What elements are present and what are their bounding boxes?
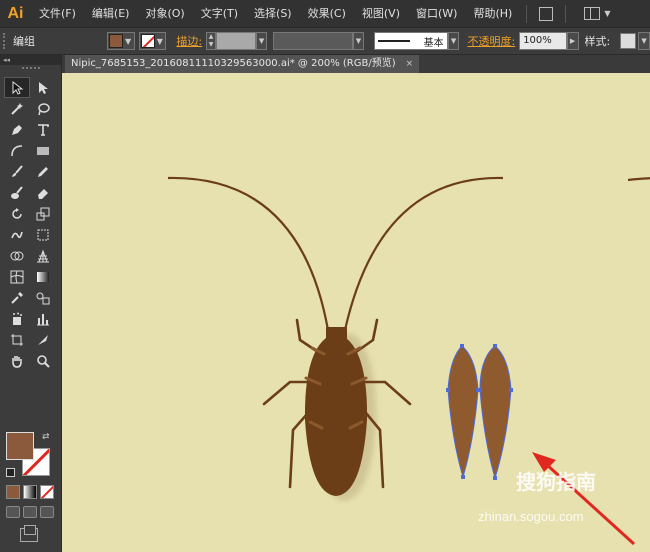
direct-selection-tool-icon[interactable] xyxy=(30,77,56,98)
graphic-style-swatch[interactable] xyxy=(620,33,637,49)
gradient-mode-icon[interactable] xyxy=(23,485,37,499)
warp-tool-icon[interactable] xyxy=(4,224,30,245)
tool-grid xyxy=(4,77,58,371)
tools-panel-grip[interactable] xyxy=(21,67,40,75)
zoom-tool-icon[interactable] xyxy=(30,350,56,371)
hand-tool-icon[interactable] xyxy=(4,350,30,371)
selection-tool-icon[interactable] xyxy=(4,77,30,98)
partial-antenna xyxy=(627,177,650,182)
paintbrush-tool-icon[interactable] xyxy=(4,161,30,182)
pen-tool-icon[interactable] xyxy=(4,119,30,140)
blob-brush-tool-icon[interactable] xyxy=(4,182,30,203)
document-tab[interactable]: Nipic_7685153_20160811110329563000.ai* @… xyxy=(65,55,420,73)
screen-mode-icon[interactable] xyxy=(20,525,38,542)
draw-behind-icon[interactable] xyxy=(23,506,37,518)
brush-style-label: 基本 xyxy=(423,37,444,49)
arrange-documents-icon[interactable] xyxy=(584,7,601,20)
grip-handle[interactable] xyxy=(3,33,7,49)
menu-object[interactable]: 对象(O) xyxy=(137,0,192,27)
opacity-label[interactable]: 不透明度: xyxy=(467,33,515,49)
right-antenna xyxy=(343,176,504,331)
menu-effect[interactable]: 效果(C) xyxy=(300,0,354,27)
left-antenna xyxy=(167,176,330,331)
scale-tool-icon[interactable] xyxy=(30,203,56,224)
menu-file[interactable]: 文件(F) xyxy=(31,0,84,27)
close-icon[interactable]: × xyxy=(406,55,414,73)
chevron-down-icon: ▼ xyxy=(124,36,132,46)
menu-window[interactable]: 窗口(W) xyxy=(408,0,465,27)
chevron-down-icon: ▼ xyxy=(156,36,163,46)
fill-color-box[interactable] xyxy=(6,432,34,460)
brush-definition[interactable]: 基本 xyxy=(374,32,448,50)
fill-color-picker[interactable]: ▼ xyxy=(106,32,135,50)
column-graph-tool-icon[interactable] xyxy=(30,308,56,329)
app-logo: Ai xyxy=(7,4,24,22)
style-label: 样式: xyxy=(584,35,611,48)
blend-tool-icon[interactable] xyxy=(30,287,56,308)
rotate-tool-icon[interactable] xyxy=(4,203,30,224)
menu-view[interactable]: 视图(V) xyxy=(354,0,408,27)
menu-select[interactable]: 选择(S) xyxy=(246,0,300,27)
control-bar: 编组 ▼ ▼ 描边: ▲ ▼ ▼ ▼ 基本 ▼ 不透明度: 100% ▶ 样式: … xyxy=(0,27,650,55)
free-transform-tool-icon[interactable] xyxy=(30,224,56,245)
draw-normal-icon[interactable] xyxy=(6,506,20,518)
stroke-weight-stepper[interactable]: ▲ ▼ xyxy=(206,32,217,50)
gradient-tool-icon[interactable] xyxy=(30,266,56,287)
line-segment-tool-icon[interactable] xyxy=(4,140,30,161)
document-tab-title: Nipic_7685153_20160811110329563000.ai* @… xyxy=(71,58,396,69)
stroke-swatch xyxy=(140,34,155,48)
chevron-down-icon[interactable]: ▼ xyxy=(604,9,610,18)
draw-mode-row xyxy=(6,506,54,518)
menu-bar: Ai 文件(F) 编辑(E) 对象(O) 文字(T) 选择(S) 效果(C) 视… xyxy=(0,0,650,27)
none-mode-icon[interactable] xyxy=(40,485,54,499)
pencil-tool-icon[interactable] xyxy=(30,161,56,182)
menu-type[interactable]: 文字(T) xyxy=(193,0,246,27)
symbol-sprayer-tool-icon[interactable] xyxy=(4,308,30,329)
variable-width-dropdown[interactable]: ▼ xyxy=(352,32,365,50)
default-fill-stroke-icon[interactable] xyxy=(6,468,15,477)
color-mode-icon[interactable] xyxy=(6,485,20,499)
menu-help[interactable]: 帮助(H) xyxy=(465,0,520,27)
menu-separator xyxy=(565,4,567,23)
opacity-dropdown[interactable]: ▶ xyxy=(566,32,579,50)
stroke-weight-dropdown[interactable]: ▼ xyxy=(255,32,268,50)
variable-width-profile[interactable] xyxy=(273,32,353,50)
tools-panel: ◂◂ ⇄ xyxy=(0,55,62,552)
fill-swatch xyxy=(108,34,123,48)
stroke-weight-input[interactable] xyxy=(216,32,256,50)
brush-preview-line xyxy=(378,40,411,42)
slice-tool-icon[interactable] xyxy=(30,329,56,350)
bridge-icon[interactable] xyxy=(539,6,554,21)
eyedropper-tool-icon[interactable] xyxy=(4,287,30,308)
swap-fill-stroke-icon[interactable]: ⇄ xyxy=(42,432,50,442)
tools-panel-collapse[interactable]: ◂◂ xyxy=(0,55,61,65)
watermark-url: zhinan.sogou.com xyxy=(478,509,584,524)
brush-dropdown[interactable]: ▼ xyxy=(447,32,460,50)
document-tab-strip: Nipic_7685153_20160811110329563000.ai* @… xyxy=(62,55,650,73)
color-mode-row xyxy=(6,485,54,499)
eraser-tool-icon[interactable] xyxy=(30,182,56,203)
magic-wand-tool-icon[interactable] xyxy=(4,98,30,119)
rectangle-tool-icon[interactable] xyxy=(30,140,56,161)
left-wing-shape[interactable] xyxy=(447,345,479,479)
insect-body xyxy=(304,338,368,496)
right-wing-shape[interactable] xyxy=(479,345,512,480)
mesh-tool-icon[interactable] xyxy=(4,266,30,287)
stroke-label[interactable]: 描边: xyxy=(176,33,202,49)
menu-separator xyxy=(526,4,528,23)
lasso-tool-icon[interactable] xyxy=(30,98,56,119)
artboard-canvas[interactable]: 搜狗指南 zhinan.sogou.com xyxy=(62,73,650,552)
draw-inside-icon[interactable] xyxy=(40,506,54,518)
type-tool-icon[interactable] xyxy=(30,119,56,140)
menu-edit[interactable]: 编辑(E) xyxy=(84,0,138,27)
perspective-grid-tool-icon[interactable] xyxy=(30,245,56,266)
shape-builder-tool-icon[interactable] xyxy=(4,245,30,266)
artboard-tool-icon[interactable] xyxy=(4,329,30,350)
selection-type-label: 编组 xyxy=(12,35,35,48)
stroke-color-picker[interactable]: ▼ xyxy=(138,32,167,50)
style-dropdown[interactable]: ▼ xyxy=(638,32,650,50)
opacity-input[interactable]: 100% xyxy=(519,32,567,50)
fill-stroke-widget: ⇄ xyxy=(6,432,54,480)
watermark-text: 搜狗指南 xyxy=(516,472,596,494)
